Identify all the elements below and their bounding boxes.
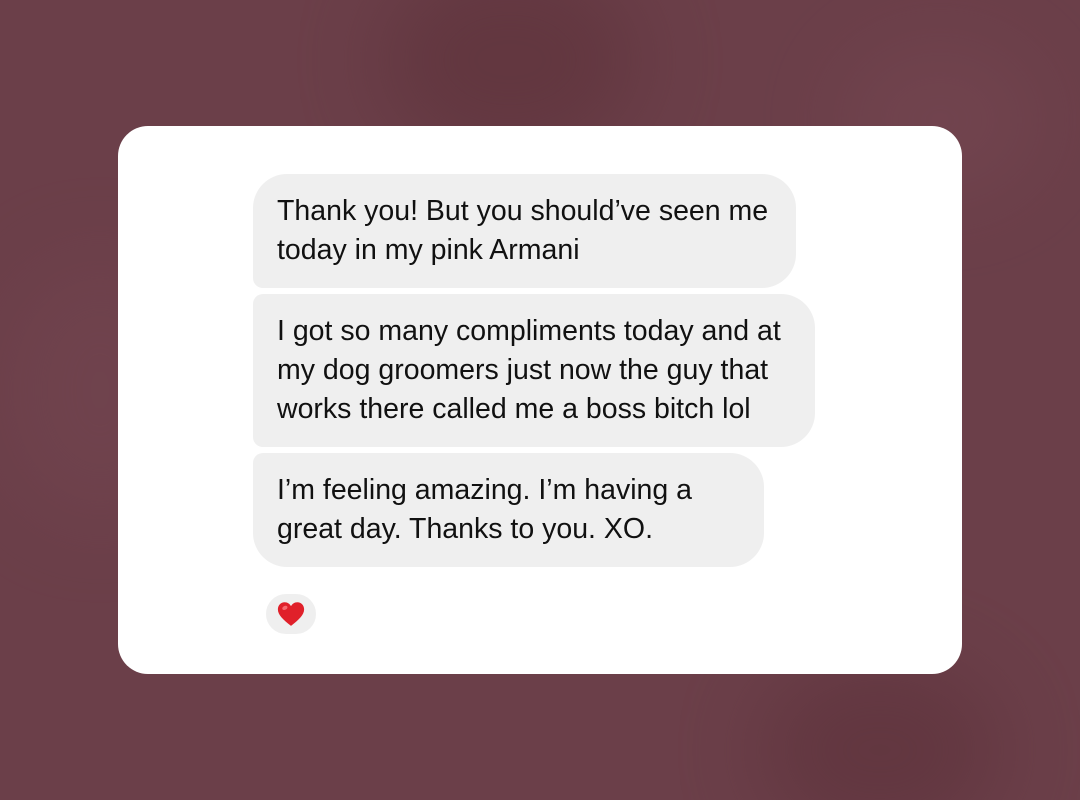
message-reaction[interactable] <box>262 590 320 638</box>
message-bubble[interactable]: I got so many compliments today and at m… <box>253 294 815 447</box>
message-thread: Thank you! But you should’ve seen me tod… <box>253 174 815 567</box>
message-bubble[interactable]: I’m feeling amazing. I’m having a great … <box>253 453 764 567</box>
red-heart-icon <box>277 602 305 626</box>
background-blur <box>760 660 1000 800</box>
message-card: Thank you! But you should’ve seen me tod… <box>118 126 962 674</box>
message-bubble[interactable]: Thank you! But you should’ve seen me tod… <box>253 174 796 288</box>
